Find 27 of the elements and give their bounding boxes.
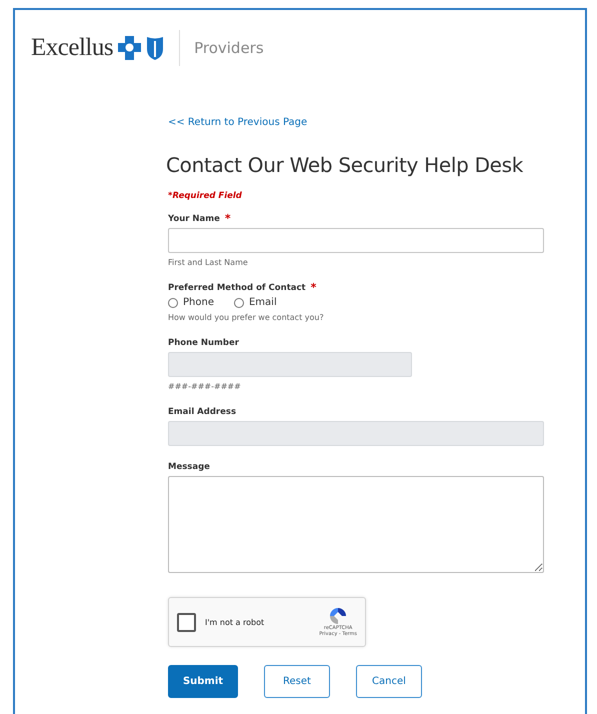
field-hint: First and Last Name: [168, 258, 249, 267]
form-button[interactable]: Submit: [168, 665, 238, 698]
radio-label: Email: [248, 297, 277, 308]
captcha-label: I'm not a robot: [205, 618, 266, 626]
field-label: Preferred Method of Contact: [168, 283, 306, 293]
input-field[interactable]: [168, 228, 544, 253]
required-marker: *: [224, 215, 231, 223]
section-title: Providers: [194, 39, 264, 57]
field-hint: ###-###-####: [168, 382, 242, 391]
field-hint: How would you prefer we contact you?: [168, 313, 325, 322]
field-label: Your Name: [168, 214, 220, 224]
captcha-checkbox[interactable]: [177, 612, 196, 632]
form-button[interactable]: Reset: [264, 665, 330, 698]
radio-button[interactable]: [168, 298, 178, 308]
return-link[interactable]: << Return to Previous Page: [168, 117, 308, 128]
radio-button[interactable]: [234, 298, 244, 308]
required-note: *Required Field: [168, 191, 243, 201]
radio-label: Phone: [183, 297, 214, 308]
brand-logo: Excellus: [31, 34, 114, 62]
required-marker: *: [310, 284, 316, 292]
form-button[interactable]: Cancel: [356, 665, 422, 698]
field-label: Phone Number: [168, 338, 239, 348]
message-field[interactable]: [168, 476, 544, 573]
page-title: Contact Our Web Security Help Desk: [166, 153, 524, 177]
recaptcha-logo-icon: [328, 607, 348, 625]
field-label: Email Address: [168, 407, 236, 417]
field-label: Message: [168, 462, 210, 472]
